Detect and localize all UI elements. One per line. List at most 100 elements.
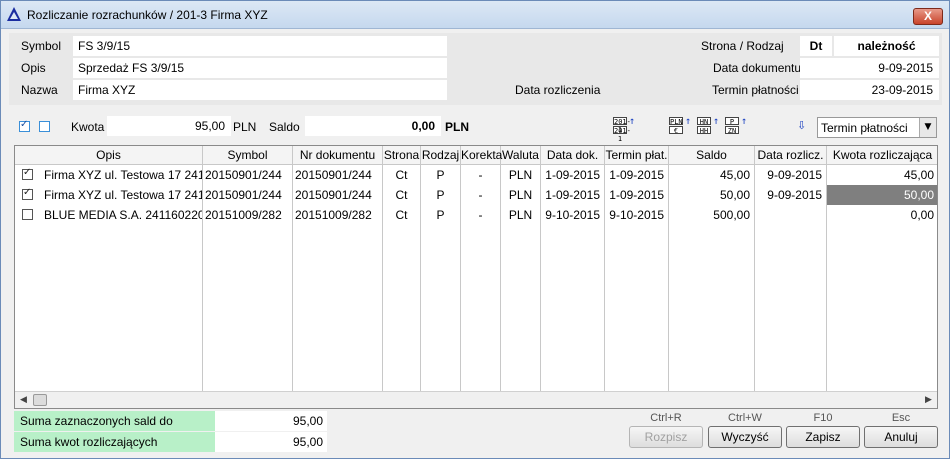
termin-platnosci-label: Termin płatności [712, 83, 799, 97]
cell-symbol: 20150901/244 [205, 188, 282, 202]
sort-currency-icon[interactable]: PLN € ↑ [669, 117, 691, 137]
toolbar: Kwota 95,00 PLN Saldo 0,00 PLN 201-1 201… [9, 113, 942, 143]
cell-opis: Firma XYZ ul. Testowa 17 241160 [44, 188, 202, 202]
cell-nr: 20150901/244 [295, 188, 372, 202]
row-checkbox[interactable] [22, 167, 33, 180]
cell-waluta: PLN [508, 168, 533, 182]
symbol-label: Symbol [21, 39, 62, 53]
sort-pzn-icon[interactable]: P ZN ↑ [725, 117, 747, 137]
shortcut-hint: Ctrl+W [728, 412, 762, 424]
column-header-waluta[interactable]: Waluta [501, 146, 541, 165]
column-header-rodzaj[interactable]: Rodzaj [421, 146, 461, 165]
column-header-nr[interactable]: Nr dokumentu [293, 146, 383, 165]
column-header-strona[interactable]: Strona [383, 146, 421, 165]
cell-data_dok: 1-09-2015 [545, 168, 600, 182]
strona-value: Dt [800, 36, 832, 56]
cell-kwota[interactable]: 45,00 [827, 165, 937, 185]
data-rozliczenia-label: Data rozliczenia [515, 83, 601, 97]
window-title: Rozliczanie rozrachunków / 201-3 Firma X… [27, 8, 268, 22]
cell-kwota[interactable]: 50,00 [827, 185, 937, 205]
cell-data_rozl: 9-09-2015 [767, 188, 822, 202]
sum-kwot-value: 95,00 [215, 432, 327, 452]
data-dokumentu-label: Data dokumentu [713, 61, 802, 75]
opis-label: Opis [21, 61, 46, 75]
select-all-checkbox[interactable] [19, 119, 30, 132]
kwota-label: Kwota [71, 120, 105, 134]
table-row[interactable]: BLUE MEDIA S.A. 241160220200920151009/28… [15, 205, 937, 225]
cell-saldo: 45,00 [719, 168, 750, 182]
column-header-data_dok[interactable]: Data dok. [541, 146, 605, 165]
table-header: Opis Symbol Nr dokumentu Strona Rodzaj Korekt… [15, 146, 937, 165]
cell-korekta: - [478, 168, 483, 182]
saldo-label: Saldo [269, 120, 300, 134]
scroll-right-icon[interactable]: ▶ [920, 392, 937, 408]
opis-value: Sprzedaż FS 3/9/15 [73, 58, 447, 78]
cell-opis: Firma XYZ ul. Testowa 17 241160 [44, 168, 202, 182]
column-header-symbol[interactable]: Symbol [203, 146, 293, 165]
termin-platnosci-value: 23-09-2015 [800, 80, 939, 100]
title-bar: Rozliczanie rozrachunków / 201-3 Firma X… [1, 1, 949, 29]
cell-termin: 1-09-2015 [609, 168, 664, 182]
cell-data_dok: 1-09-2015 [545, 188, 600, 202]
cell-strona: Ct [395, 168, 408, 182]
table-row[interactable]: Firma XYZ ul. Testowa 17 24116020150901/… [15, 185, 937, 205]
cell-korekta: - [478, 208, 483, 222]
cell-nr: 20150901/244 [295, 168, 372, 182]
cell-kwota[interactable]: 0,00 [827, 205, 937, 225]
cell-rodzaj: P [436, 188, 445, 202]
cell-nr: 20151009/282 [295, 208, 372, 222]
anuluj-button[interactable]: Anuluj [864, 426, 938, 448]
sum-saldo-value: 95,00 [215, 411, 327, 431]
cell-termin: 1-09-2015 [609, 188, 664, 202]
column-header-saldo[interactable]: Saldo [669, 146, 755, 165]
row-checkbox[interactable] [22, 209, 33, 220]
horizontal-scrollbar[interactable]: ◀ ▶ [15, 391, 937, 408]
cell-strona: Ct [395, 208, 408, 222]
row-checkbox[interactable] [22, 187, 33, 200]
scroll-thumb[interactable] [33, 394, 47, 406]
wyczy-button[interactable]: Wyczyść [708, 426, 782, 448]
settlements-table: Opis Symbol Nr dokumentu Strona Rodzaj Korekt… [14, 145, 938, 409]
cell-rodzaj: P [436, 208, 445, 222]
kwota-currency: PLN [233, 120, 257, 134]
column-header-termin[interactable]: Termin płat. [605, 146, 669, 165]
kwota-input[interactable]: 95,00 [107, 116, 231, 136]
sort-select[interactable]: Termin płatności ▼ [817, 117, 937, 138]
close-button[interactable]: X [913, 8, 943, 25]
app-logo-icon [7, 7, 21, 21]
column-header-opis[interactable]: Opis [15, 146, 203, 165]
shortcut-hint: F10 [813, 412, 833, 424]
cell-data_rozl [755, 205, 826, 225]
cell-rodzaj: P [436, 168, 445, 182]
cell-waluta: PLN [508, 208, 533, 222]
document-header: Symbol FS 3/9/15 Opis Sprzedaż FS 3/9/15… [9, 33, 942, 105]
cell-strona: Ct [395, 188, 408, 202]
zapisz-button[interactable]: Zapisz [786, 426, 860, 448]
column-header-kwota[interactable]: Kwota rozliczająca [827, 146, 937, 165]
cell-saldo: 50,00 [719, 188, 750, 202]
cell-opis: BLUE MEDIA S.A. 2411602202009 [44, 208, 202, 222]
table-row[interactable]: Firma XYZ ul. Testowa 17 241160 20150901/… [15, 165, 937, 185]
scroll-left-icon[interactable]: ◀ [15, 392, 32, 408]
sort-date-icon[interactable]: 201-1 201-1 ↑ [613, 117, 635, 143]
chevron-down-icon[interactable]: ▼ [919, 118, 936, 137]
cell-korekta: - [478, 188, 483, 202]
shortcut-hint: Ctrl+R [650, 412, 682, 424]
sort-order-icon: ⇩ [797, 119, 807, 132]
symbol-value: FS 3/9/15 [73, 36, 447, 56]
saldo-currency: PLN [445, 120, 469, 134]
column-header-data_rozl[interactable]: Data rozlicz. [755, 146, 827, 165]
cell-saldo: 500,00 [713, 208, 750, 222]
nazwa-label: Nazwa [21, 83, 58, 97]
cell-waluta: PLN [508, 188, 533, 202]
shortcut-hint: Esc [891, 412, 911, 424]
sort-nr-icon[interactable]: HN HH ↑ [697, 117, 719, 137]
rozpisz-button[interactable]: Rozpisz [629, 426, 703, 448]
column-header-korekta[interactable]: Korekta [461, 146, 502, 165]
data-dokumentu-value: 9-09-2015 [800, 58, 939, 78]
cell-termin: 9-10-2015 [609, 208, 664, 222]
rodzaj-value: należność [834, 36, 939, 56]
deselect-all-checkbox[interactable] [39, 121, 50, 132]
cell-symbol: 20151009/282 [205, 208, 282, 222]
saldo-value: 0,00 [305, 116, 441, 136]
